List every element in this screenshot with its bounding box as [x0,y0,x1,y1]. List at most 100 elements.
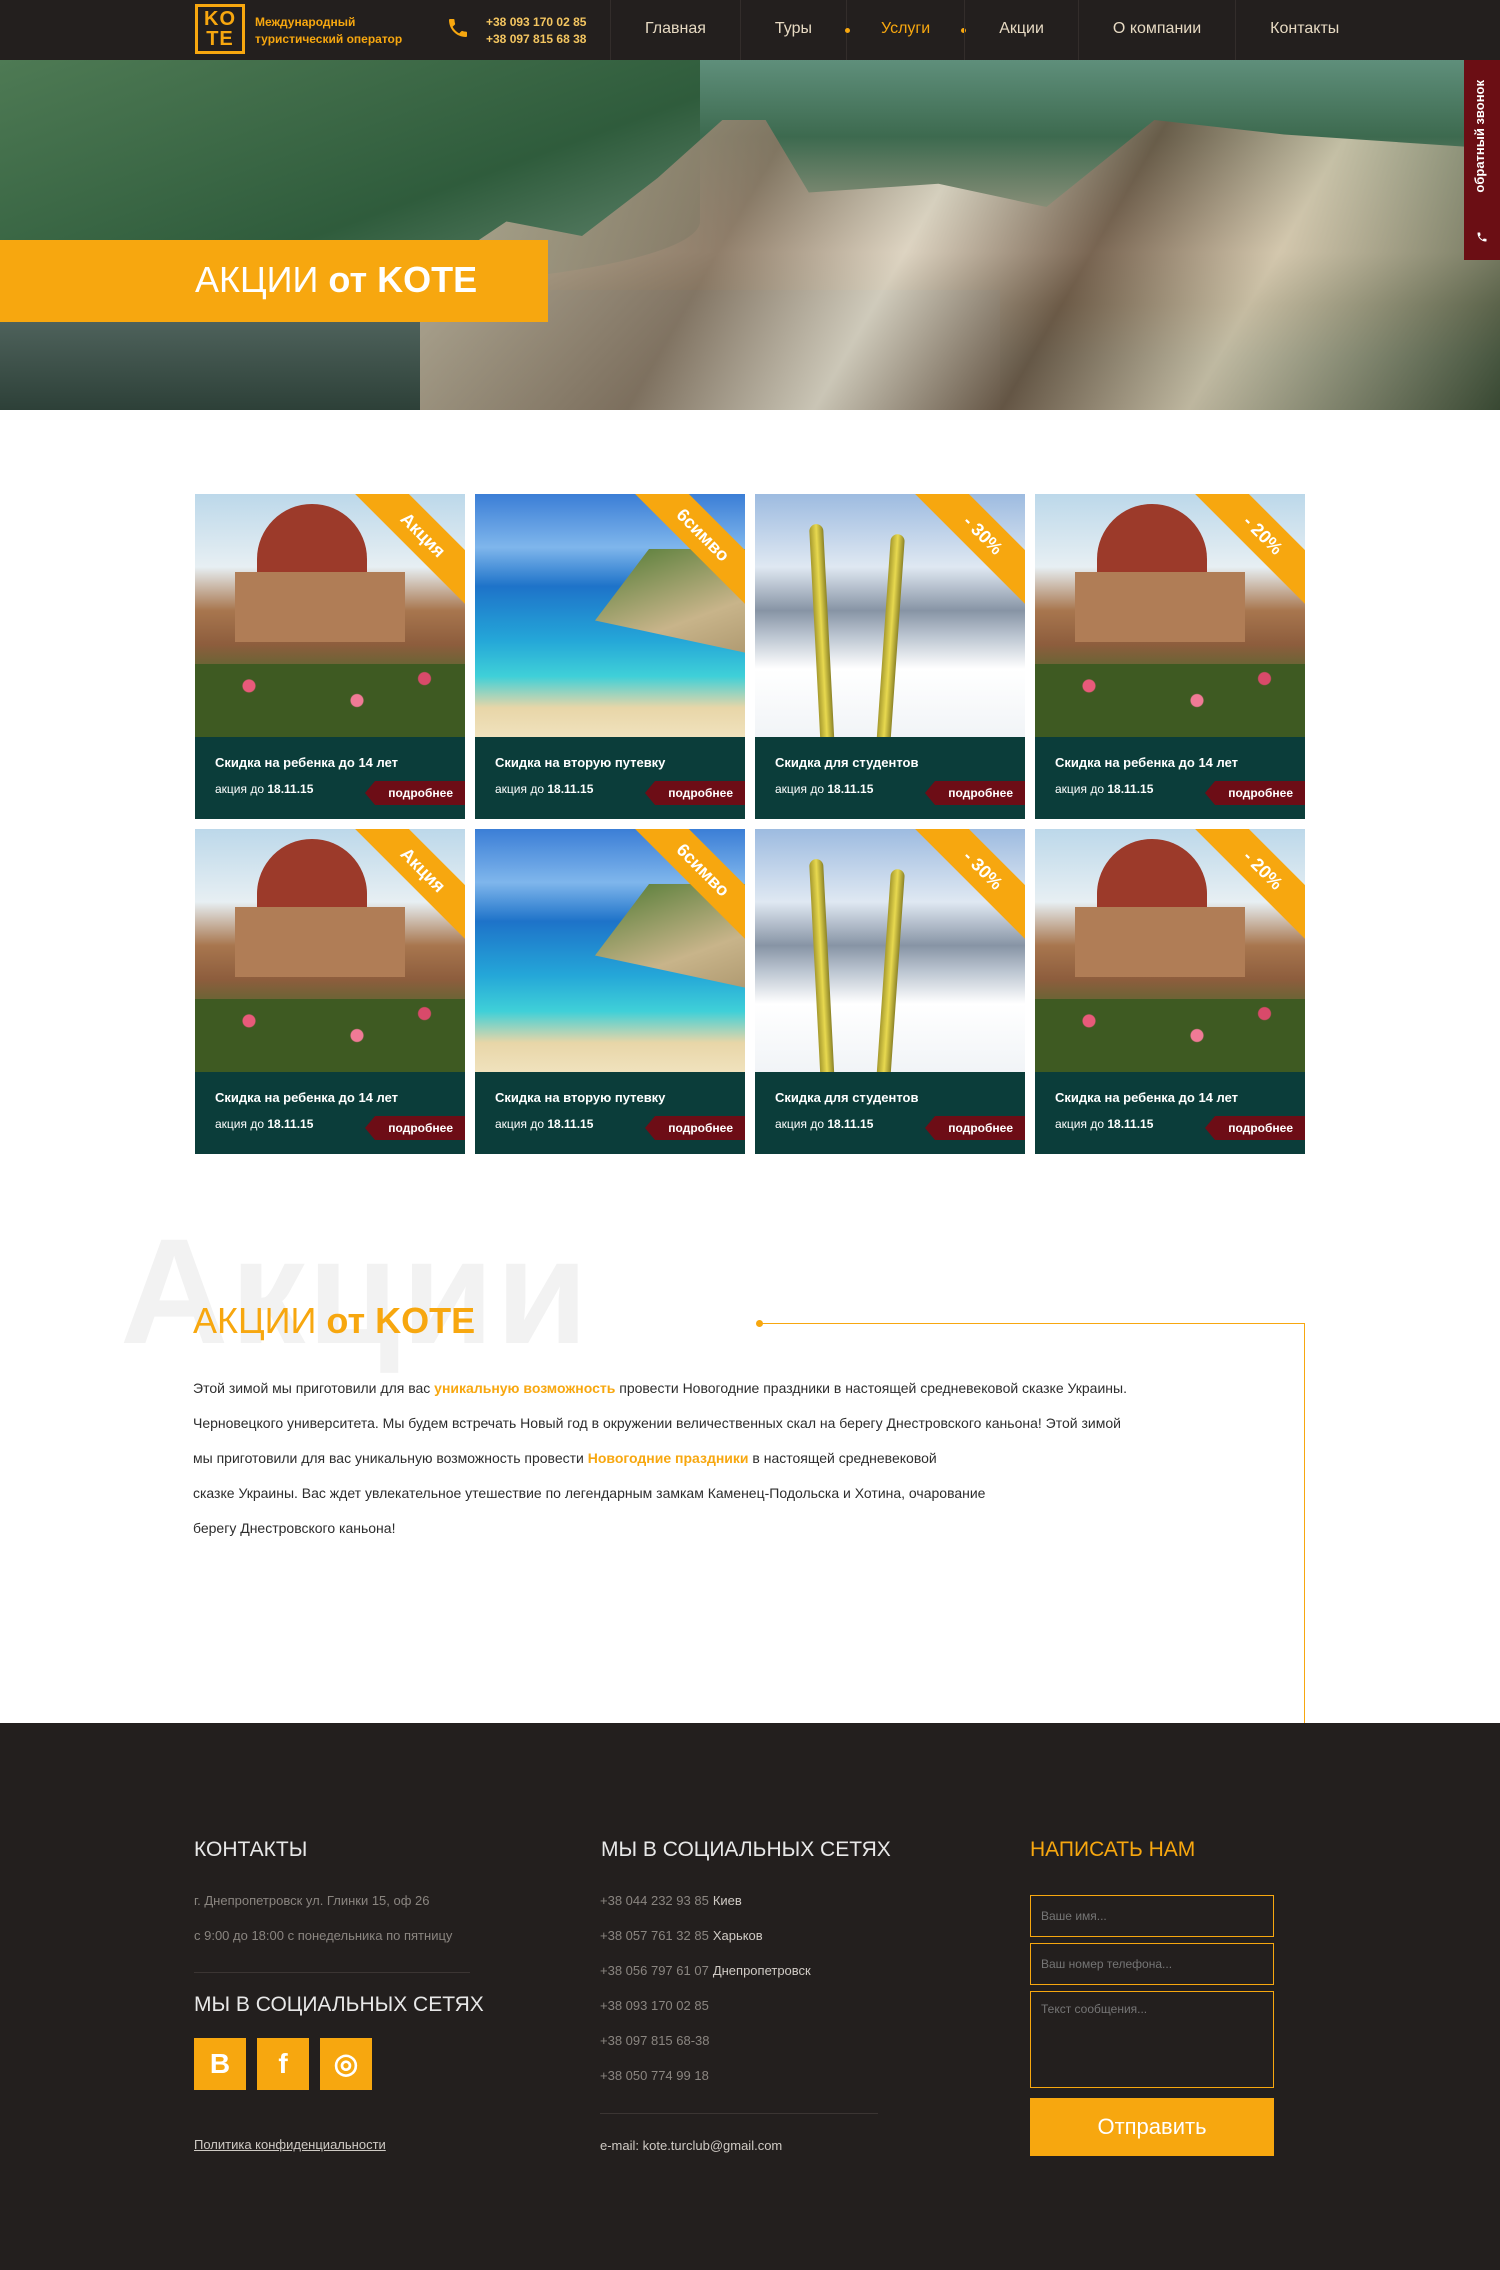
promo-card-date: акция до 18.11.15 [775,782,873,796]
more-button[interactable]: подробнее [365,781,465,805]
promo-card-info: Скидка на вторую путевку акция до 18.11.1… [475,737,745,819]
message-input[interactable] [1030,1991,1274,2088]
promo-card-title[interactable]: Скидка на ребенка до 14 лет [1055,1090,1238,1105]
footer-phone[interactable]: +38 056 797 61 07 Днепропетровск [600,1963,811,1978]
footer-phone-number: +38 093 170 02 85 [600,1998,709,2013]
about-title-bold: от KOTE [326,1300,476,1341]
promo-card-title[interactable]: Скидка для студентов [775,1090,918,1105]
promo-card[interactable]: 6симво Скидка на вторую путевку акция до 1… [475,829,745,1154]
mosque-wall [235,907,405,977]
promo-date-value: 18.11.15 [547,1117,594,1131]
phone-icon [449,19,467,37]
about-divider-dot [756,1320,763,1327]
social-title-left: МЫ В СОЦИАЛЬНЫХ СЕТЯХ [194,1993,484,2016]
nav-tours[interactable]: Туры [739,0,846,60]
about-text-segment: провести Новогодние праздники в настояще… [615,1380,1127,1396]
header-phone-1[interactable]: +38 093 170 02 85 [486,14,586,31]
about-text-segment: Черновецкого университета. Мы будем встр… [193,1415,1121,1431]
promo-date-prefix: акция до [495,782,545,796]
more-button[interactable]: подробнее [1205,781,1305,805]
main-nav: Главная Туры Услуги Акции О компании Кон… [610,0,1373,60]
name-input[interactable] [1030,1895,1274,1937]
promo-card-title[interactable]: Скидка на ребенка до 14 лет [215,1090,398,1105]
promo-card-info: Скидка на вторую путевку акция до 18.11.1… [475,1072,745,1154]
promo-card-title[interactable]: Скидка на вторую путевку [495,755,665,770]
nav-promotions[interactable]: Акции [964,0,1078,60]
nav-services[interactable]: Услуги [845,0,967,60]
footer-phone[interactable]: +38 044 232 93 85 Киев [600,1893,742,1908]
footer-phone[interactable]: +38 097 815 68-38 [600,2033,710,2048]
send-button[interactable]: Отправить [1030,2098,1274,2156]
phone-input[interactable] [1030,1943,1274,1985]
about-line: Черновецкого университета. Мы будем встр… [193,1406,1243,1441]
promo-card-title[interactable]: Скидка для студентов [775,755,918,770]
promo-card-info: Скидка на ребенка до 14 лет акция до 18.1… [1035,1072,1305,1154]
hero-image [0,60,1500,410]
more-button[interactable]: подробнее [645,781,745,805]
promo-date-value: 18.11.15 [1107,782,1154,796]
email-link[interactable]: e-mail: kote.turclub@gmail.com [600,2138,782,2153]
nav-active-dot-left [845,28,850,33]
promo-card-info: Скидка для студентов акция до 18.11.15 под… [755,1072,1025,1154]
promo-date-value: 18.11.15 [827,1117,874,1131]
nav-about[interactable]: О компании [1077,0,1235,60]
footer-phone-city: Киев [712,1893,742,1908]
promo-card[interactable]: - 30% Скидка для студентов акция до 18.11.… [755,829,1025,1154]
promo-card-title[interactable]: Скидка на вторую путевку [495,1090,665,1105]
promo-card-date: акция до 18.11.15 [775,1117,873,1131]
promo-date-prefix: акция до [215,1117,265,1131]
flowers [195,999,465,1072]
promo-date-prefix: акция до [775,1117,825,1131]
promo-card[interactable]: Акция Скидка на ребенка до 14 лет акция до… [195,829,465,1154]
more-button[interactable]: подробнее [365,1116,465,1140]
about-line: сказке Украины. Вас ждет увлекательное у… [193,1476,1243,1511]
promo-card[interactable]: - 20% Скидка на ребенка до 14 лет акция до… [1035,494,1305,819]
nav-contacts[interactable]: Контакты [1235,0,1373,60]
footer-phone[interactable]: +38 050 774 99 18 [600,2068,709,2083]
promo-card-title[interactable]: Скидка на ребенка до 14 лет [215,755,398,770]
footer-phone[interactable]: +38 057 761 32 85 Харьков [600,1928,763,1943]
promo-card-date: акция до 18.11.15 [1055,782,1153,796]
promo-date-prefix: акция до [495,1117,545,1131]
facebook-button[interactable]: f [257,2038,309,2090]
footer-divider-mid [600,2113,878,2114]
logo[interactable]: KO TE [195,4,245,54]
more-button[interactable]: подробнее [1205,1116,1305,1140]
mosque-wall [1075,907,1245,977]
callback-button[interactable]: обратный звонок [1464,60,1500,260]
ski-left [808,858,836,1072]
instagram-button[interactable]: ◎ [320,2038,372,2090]
header-phone-2[interactable]: +38 097 815 68 38 [486,31,586,48]
promo-card-title[interactable]: Скидка на ребенка до 14 лет [1055,755,1238,770]
promo-card-date: акция до 18.11.15 [1055,1117,1153,1131]
section-watermark: Акции [120,1207,591,1375]
promo-card[interactable]: - 20% Скидка на ребенка до 14 лет акция до… [1035,829,1305,1154]
vk-button[interactable]: В [194,2038,246,2090]
promo-card-info: Скидка для студентов акция до 18.11.15 под… [755,737,1025,819]
nav-home[interactable]: Главная [610,0,740,60]
footer-phone[interactable]: +38 093 170 02 85 [600,1998,709,2013]
promo-date-value: 18.11.15 [267,782,314,796]
more-button[interactable]: подробнее [925,1116,1025,1140]
promo-card[interactable]: Акция Скидка на ребенка до 14 лет акция до… [195,494,465,819]
footer-phone-city: Днепропетровск [712,1963,811,1978]
promo-card-date: акция до 18.11.15 [495,782,593,796]
address: г. Днепропетровск ул. Глинки 15, оф 26 [194,1893,430,1908]
about-text: Этой зимой мы приготовили для вас уникал… [193,1371,1243,1546]
privacy-policy-link[interactable]: Политика конфиденциальности [194,2137,386,2152]
promo-card-date: акция до 18.11.15 [495,1117,593,1131]
more-button[interactable]: подробнее [645,1116,745,1140]
mosque-dome [1097,504,1207,574]
more-button[interactable]: подробнее [925,781,1025,805]
mosque-wall [1075,572,1245,642]
promo-card[interactable]: 6симво Скидка на вторую путевку акция до 1… [475,494,745,819]
promo-date-prefix: акция до [1055,1117,1105,1131]
footer-phone-number: +38 050 774 99 18 [600,2068,709,2083]
ski-left [808,523,836,737]
promo-card[interactable]: - 30% Скидка для студентов акция до 18.11.… [755,494,1025,819]
social-title-mid: МЫ В СОЦИАЛЬНЫХ СЕТЯХ [601,1838,891,1861]
footer-phone-number: +38 057 761 32 85 [600,1928,709,1943]
about-title: АКЦИИ от KOTE [193,1300,475,1342]
callback-phone-icon [1477,232,1487,242]
promo-date-prefix: акция до [775,782,825,796]
